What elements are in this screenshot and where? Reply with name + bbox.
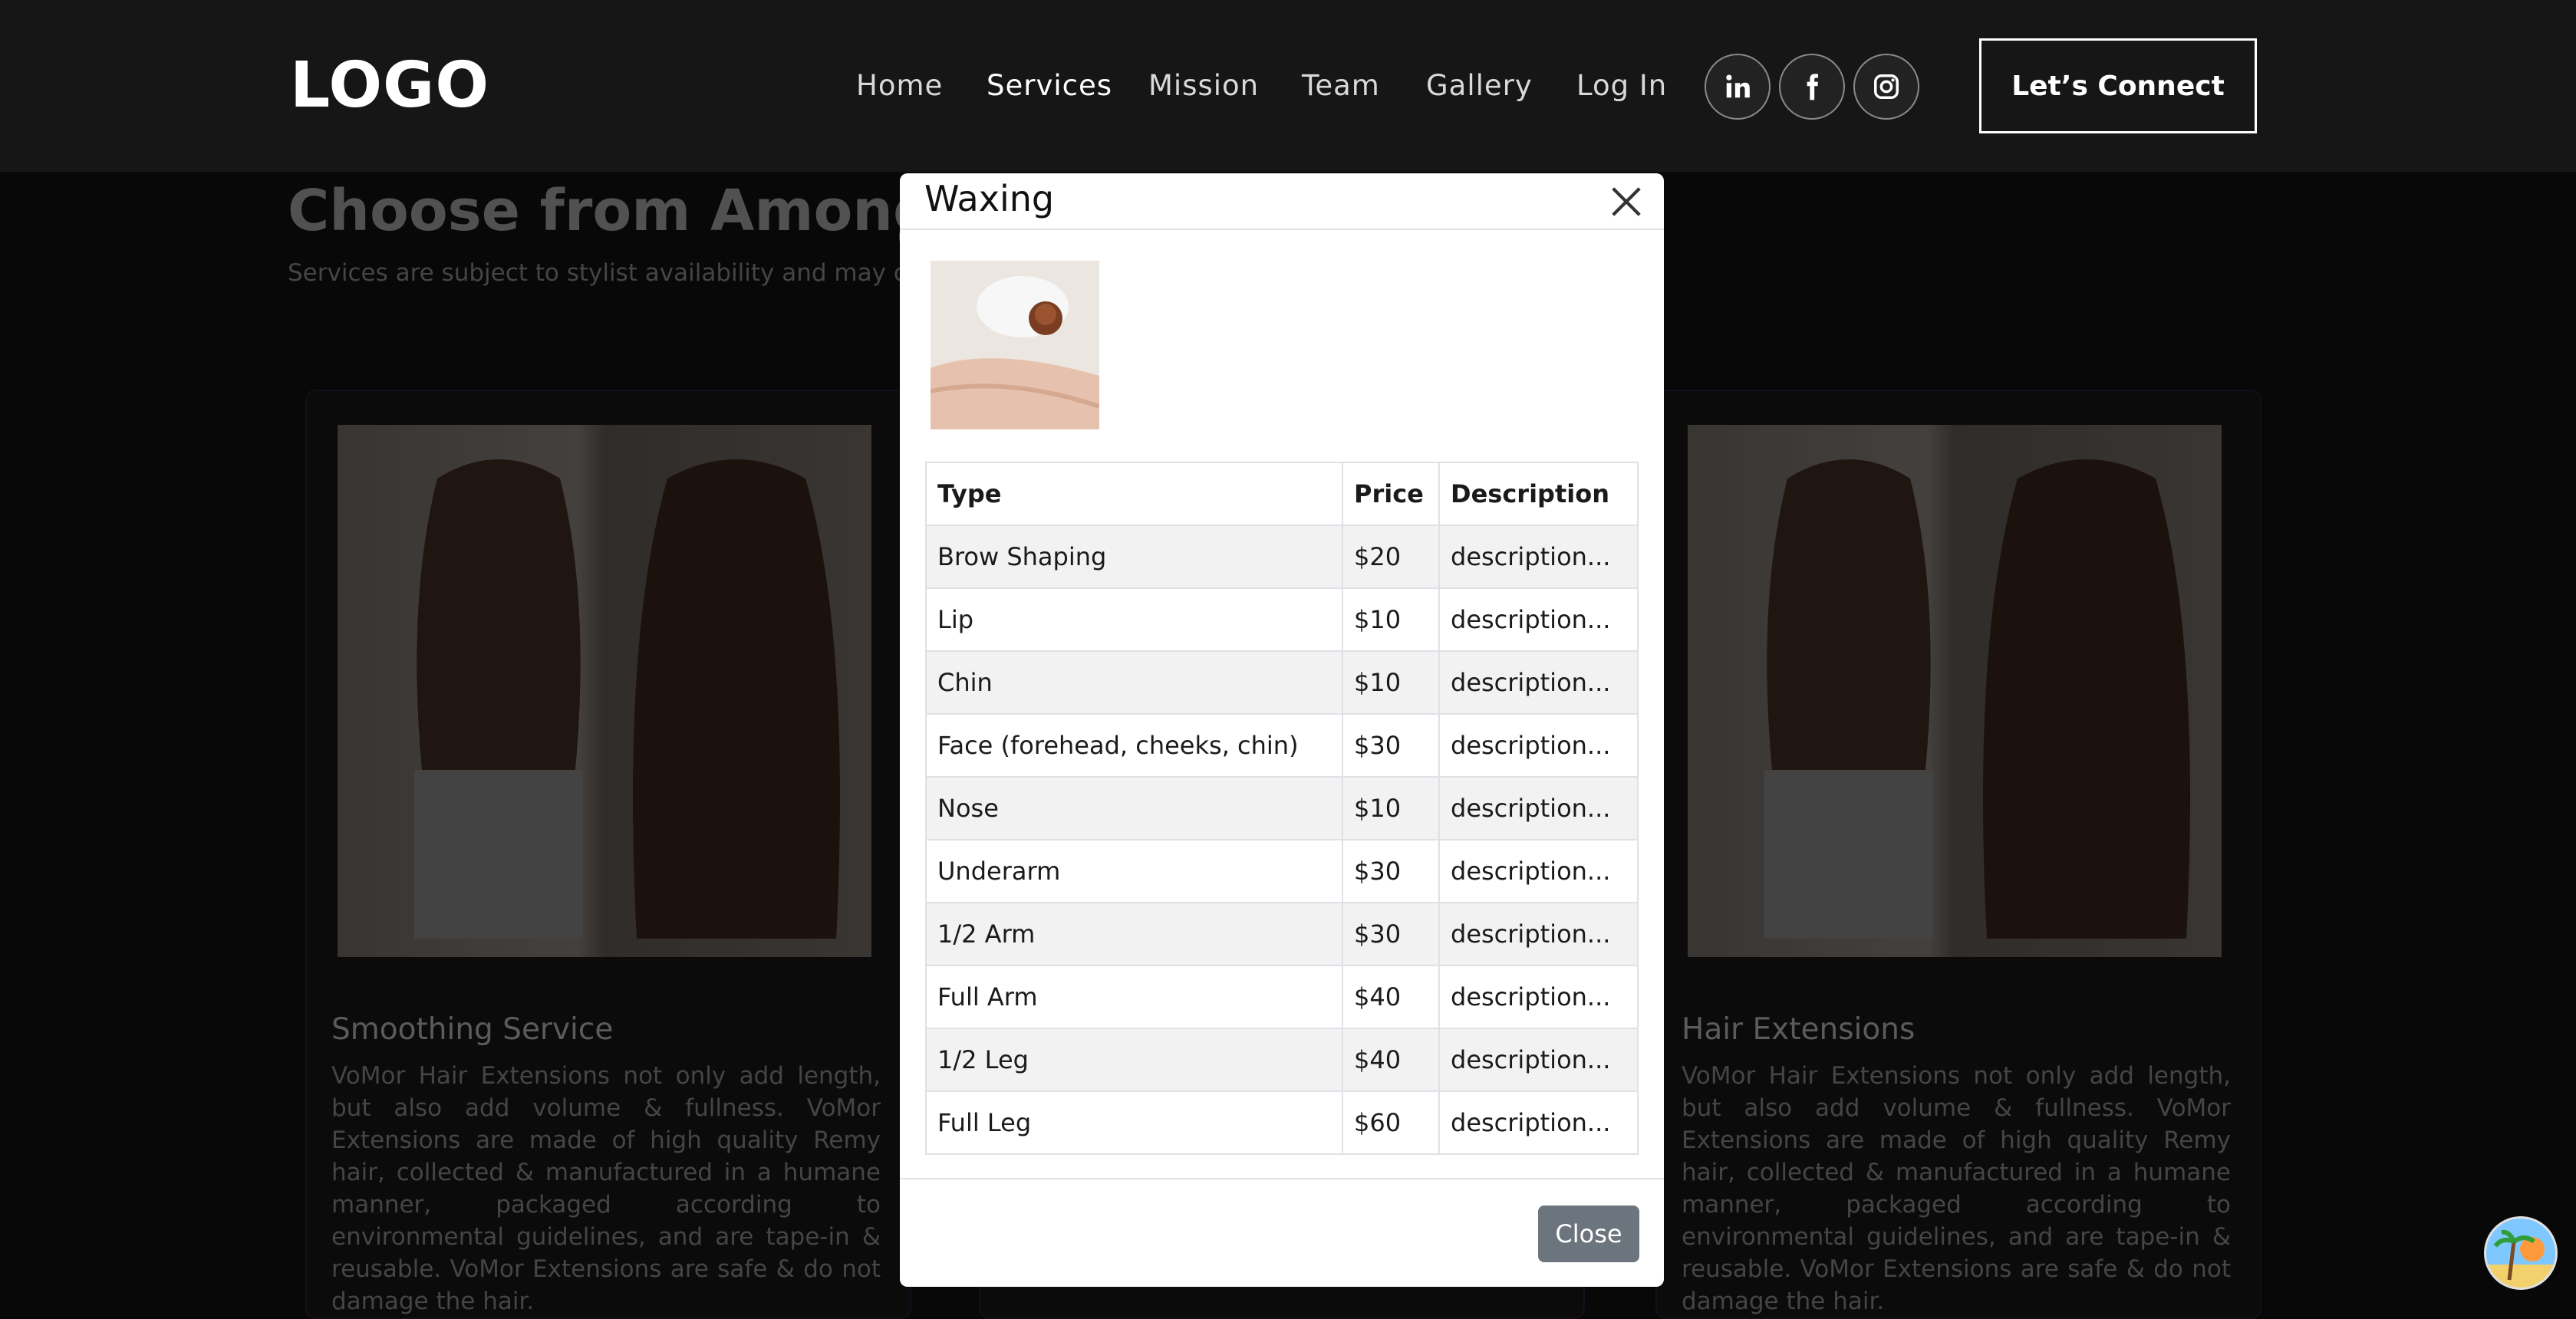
column-header-description: Description (1438, 462, 1639, 526)
column-header-price: Price (1342, 462, 1440, 526)
service-price: $40 (1342, 965, 1440, 1029)
service-description: description... (1438, 839, 1639, 903)
facebook-icon (1807, 74, 1818, 100)
service-description: description... (1438, 776, 1639, 840)
service-description: description... (1438, 650, 1639, 715)
nav-item-mission[interactable]: Mission (1148, 61, 1259, 110)
service-description: description... (1438, 965, 1639, 1029)
linkedin-icon (1726, 74, 1750, 98)
service-price: $60 (1342, 1090, 1440, 1155)
chat-widget-button[interactable] (2484, 1216, 2558, 1290)
close-icon[interactable] (1609, 184, 1644, 219)
service-type: Brow Shaping (925, 525, 1343, 589)
service-type: Lip (925, 587, 1343, 652)
service-price: $30 (1342, 839, 1440, 903)
service-price: $20 (1342, 525, 1440, 589)
service-type: 1/2 Leg (925, 1028, 1343, 1092)
linkedin-button[interactable] (1705, 54, 1771, 120)
modal-header: Waxing (900, 173, 1664, 230)
instagram-icon (1874, 74, 1899, 99)
service-description: description... (1438, 902, 1639, 966)
instagram-button[interactable] (1853, 54, 1919, 120)
service-description: description... (1438, 1090, 1639, 1155)
nav-item-team[interactable]: Team (1302, 61, 1380, 110)
service-price: $10 (1342, 776, 1440, 840)
table-row: Full Arm $40 description... (925, 965, 1639, 1029)
modal-title: Waxing (924, 178, 1055, 219)
table-row: Chin $10 description... (925, 650, 1639, 715)
site-header: LOGO Home Services Mission Team Gallery … (0, 0, 2576, 172)
service-type: Nose (925, 776, 1343, 840)
service-price: $40 (1342, 1028, 1440, 1092)
service-description: description... (1438, 525, 1639, 589)
service-type: Full Leg (925, 1090, 1343, 1155)
service-price: $30 (1342, 902, 1440, 966)
service-description: description... (1438, 713, 1639, 778)
table-row: Lip $10 description... (925, 587, 1639, 652)
column-header-type: Type (925, 462, 1343, 526)
service-type: Chin (925, 650, 1343, 715)
facebook-button[interactable] (1779, 54, 1845, 120)
table-row: Nose $10 description... (925, 776, 1639, 840)
nav-item-gallery[interactable]: Gallery (1426, 61, 1533, 110)
site-logo[interactable]: LOGO (290, 48, 489, 124)
table-row: 1/2 Leg $40 description... (925, 1028, 1639, 1092)
service-type: Face (forehead, cheeks, chin) (925, 713, 1343, 778)
lets-connect-button[interactable]: Let’s Connect (1979, 38, 2257, 133)
service-description: description... (1438, 587, 1639, 652)
service-price: $10 (1342, 587, 1440, 652)
nav-item-services[interactable]: Services (987, 61, 1112, 110)
waxing-image (931, 261, 1099, 429)
table-row: Face (forehead, cheeks, chin) $30 descript… (925, 713, 1639, 778)
table-row: 1/2 Arm $30 description... (925, 902, 1639, 966)
service-type: Full Arm (925, 965, 1343, 1029)
waxing-modal: Waxing Type Price Description Brow Shapi… (900, 173, 1664, 1287)
service-type: 1/2 Arm (925, 902, 1343, 966)
waxing-photo (931, 261, 1099, 429)
nav-item-home[interactable]: Home (856, 61, 943, 110)
service-price: $30 (1342, 713, 1440, 778)
service-description: description... (1438, 1028, 1639, 1092)
table-row: Brow Shaping $20 description... (925, 525, 1639, 589)
price-table: Type Price Description Brow Shaping $20 de… (925, 462, 1639, 1155)
service-type: Underarm (925, 839, 1343, 903)
table-row: Underarm $30 description... (925, 839, 1639, 903)
nav-item-login[interactable]: Log In (1576, 61, 1667, 110)
table-row: Full Leg $60 description... (925, 1090, 1639, 1155)
modal-close-button[interactable]: Close (1538, 1206, 1639, 1262)
service-price: $10 (1342, 650, 1440, 715)
